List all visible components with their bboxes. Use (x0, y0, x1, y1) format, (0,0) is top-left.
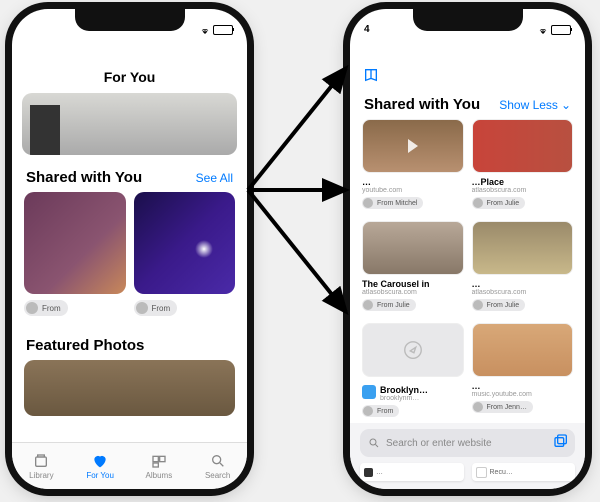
from-pill[interactable]: From Julie (472, 299, 526, 311)
tab-search[interactable]: Search (188, 443, 247, 489)
shared-link-card[interactable]: … youtube.com From Mitchel (362, 119, 464, 213)
library-icon (31, 452, 51, 470)
wifi-icon (199, 26, 211, 35)
tab-albums[interactable]: Albums (130, 443, 189, 489)
shared-thumbnail (24, 192, 126, 294)
wifi-icon (537, 26, 549, 35)
wikipedia-favicon (476, 467, 487, 478)
link-thumbnail (472, 323, 574, 377)
shared-link-card[interactable]: The Carousel in atlasobscura.com From Ju… (362, 221, 464, 315)
status-time: 4 (364, 24, 370, 35)
mini-tab[interactable]: … (360, 463, 464, 481)
notch (413, 9, 523, 31)
address-bar[interactable]: Search or enter website (360, 429, 575, 457)
from-pill[interactable]: From (24, 300, 68, 316)
search-icon (368, 437, 380, 449)
link-thumbnail (362, 323, 464, 377)
heart-icon (90, 452, 110, 470)
shared-link-card[interactable]: …Place atlasobscura.com From Julie (472, 119, 574, 213)
battery-icon (213, 25, 233, 35)
show-less-button[interactable]: Show Less⌄ (499, 98, 571, 112)
from-pill[interactable]: From (134, 300, 178, 316)
safari-app-phone: 4 Shared with You Show Less⌄ … youtube (350, 9, 585, 489)
tab-for-you[interactable]: For You (71, 443, 130, 489)
link-thumbnail (362, 221, 464, 275)
featured-title: Featured Photos (24, 333, 235, 360)
from-pill[interactable]: From Julie (362, 299, 416, 311)
from-pill[interactable]: From Mitchel (362, 197, 423, 209)
shared-link-card[interactable]: … atlasobscura.com From Julie (472, 221, 574, 315)
mini-tab[interactable]: Recu… (472, 463, 576, 481)
see-all-button[interactable]: See All (196, 171, 233, 185)
tabs-icon[interactable] (553, 433, 569, 454)
tab-bar: Library For You Albums Search (12, 442, 247, 489)
from-pill[interactable]: From Julie (472, 197, 526, 209)
link-thumbnail (472, 119, 574, 173)
tab-library[interactable]: Library (12, 443, 71, 489)
shared-thumbnail (134, 192, 236, 294)
shared-link-card[interactable]: Brooklyn… brooklynm… From (362, 323, 464, 421)
search-placeholder: Search or enter website (386, 438, 492, 449)
shared-link-card[interactable]: … music.youtube.com From Jenn… (472, 323, 574, 421)
battery-icon (551, 25, 571, 35)
page-title: For You (12, 63, 247, 93)
link-thumbnail (472, 221, 574, 275)
favicon (362, 385, 376, 399)
shared-item[interactable]: From (24, 192, 126, 319)
from-pill[interactable]: From Jenn… (472, 401, 533, 413)
compass-icon (402, 339, 424, 361)
photos-app-phone: For You Shared with You See All From Fro… (12, 9, 247, 489)
search-icon (208, 452, 228, 470)
featured-photo[interactable] (24, 360, 235, 416)
shared-section-title: Shared with You (364, 96, 480, 113)
from-pill[interactable]: From (362, 405, 399, 417)
safari-bottom-bar: Search or enter website … Recu… (350, 423, 585, 489)
apple-favicon (364, 468, 373, 477)
shared-section-title: Shared with You (26, 169, 142, 186)
link-thumbnail (362, 119, 464, 173)
memory-card[interactable] (22, 93, 237, 155)
notch (75, 9, 185, 31)
bookmarks-icon[interactable] (362, 67, 380, 88)
shared-item[interactable]: From (134, 192, 236, 319)
annotation-arrow (248, 60, 358, 325)
albums-icon (149, 452, 169, 470)
